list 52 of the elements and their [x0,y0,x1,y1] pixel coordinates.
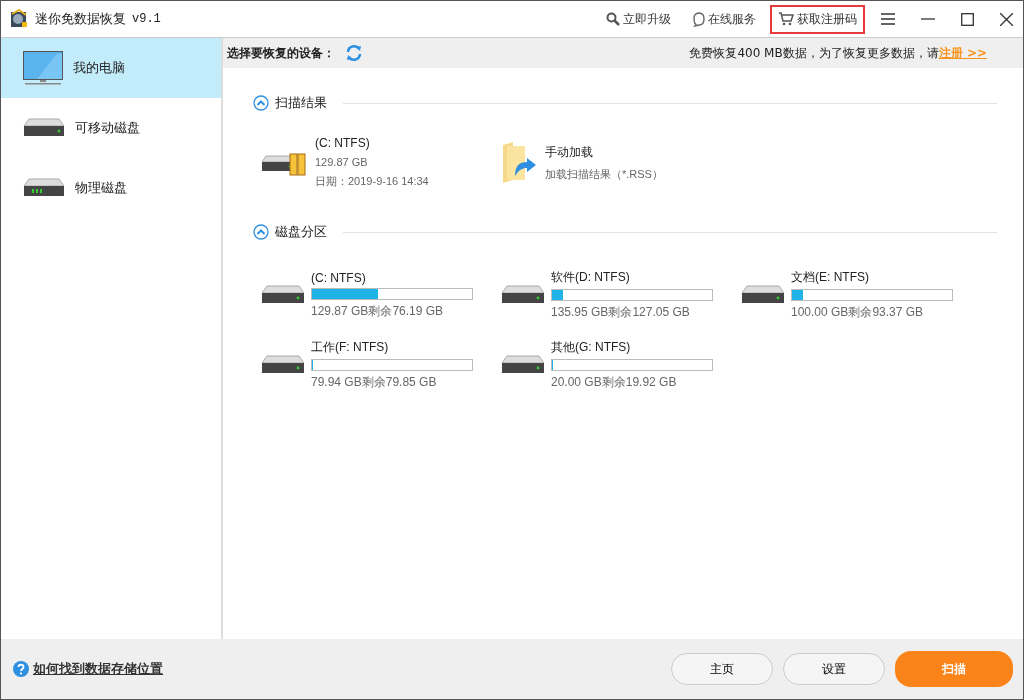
partition-size: 100.00 GB剩余93.37 GB [791,304,925,321]
toolbar-link[interactable]: 获取注册码 [770,4,865,34]
collapse-icon[interactable] [253,224,269,240]
hard-drive-icon[interactable] [741,284,785,306]
partition-name: 软件(D: NTFS) [551,269,631,286]
refresh-icon[interactable] [345,44,363,62]
partition-name: 文档(E: NTFS) [791,269,870,286]
footer-button[interactable]: 主页 [671,653,773,685]
toolbar-link[interactable]: 立即升级 [598,4,679,34]
collapse-icon[interactable] [253,95,269,111]
scan-result-item[interactable]: 手动加载 加载扫描结果（*.RSS） [501,136,721,189]
hard-drive-icon[interactable] [261,354,305,376]
hard-drive-icon[interactable] [501,354,545,376]
result-date: 日期：2019-9-16 14:34 [315,174,429,189]
partition-name: 其他(G: NTFS) [551,339,632,356]
footer-button[interactable]: 设置 [783,653,885,685]
partition-name: 工作(F: NTFS) [311,339,390,356]
result-size: 加载扫描结果（*.RSS） [545,166,663,182]
section-title: 磁盘分区 [275,223,327,241]
partition-size: 79.94 GB剩余79.85 GB [311,374,438,391]
magnifier-icon [606,12,620,26]
hard-drive-icon [23,177,65,199]
chat-bubble-icon [693,11,705,27]
notice-text: 免费恢复400 MB数据，为了恢复更多数据，请 [689,44,939,62]
sidebar-item[interactable]: 物理磁盘 [1,158,221,218]
app-logo-icon [9,9,29,29]
section-title: 扫描结果 [275,94,327,112]
result-size: 129.87 GB [315,156,369,168]
partition-name: (C: NTFS) [311,270,367,285]
window-title: 迷你免数据恢复 [35,10,126,28]
partition-size: 135.95 GB剩余127.05 GB [551,304,691,321]
version-label: v9.1 [132,12,161,26]
toolbar-link[interactable]: 在线服务 [685,4,764,34]
partition-size: 129.87 GB剩余76.19 GB [311,302,445,320]
close-icon[interactable] [1000,12,1013,26]
maximize-icon[interactable] [961,12,974,26]
hard-drive-icon[interactable] [501,284,545,306]
hard-drive-icon[interactable] [261,284,305,306]
monitor-icon [23,51,63,85]
hard-drive-icon [23,117,65,139]
sidebar-item[interactable]: 我的电脑 [1,38,221,98]
help-link[interactable]: 如何找到数据存储位置 [33,660,163,678]
cart-icon [778,12,794,26]
sidebar-item[interactable]: 可移动磁盘 [1,98,221,158]
result-name: 手动加载 [545,143,594,161]
device-prompt: 选择要恢复的设备： [227,44,335,62]
partition-size: 20.00 GB剩余19.92 GB [551,374,678,391]
result-name: (C: NTFS) [315,136,371,150]
help-icon [13,661,29,677]
folder-arrow-icon [501,141,537,184]
scan-result-item[interactable]: (C: NTFS) 129.87 GB 日期：2019-9-16 14:34 [261,136,441,189]
menu-icon[interactable] [881,13,895,25]
